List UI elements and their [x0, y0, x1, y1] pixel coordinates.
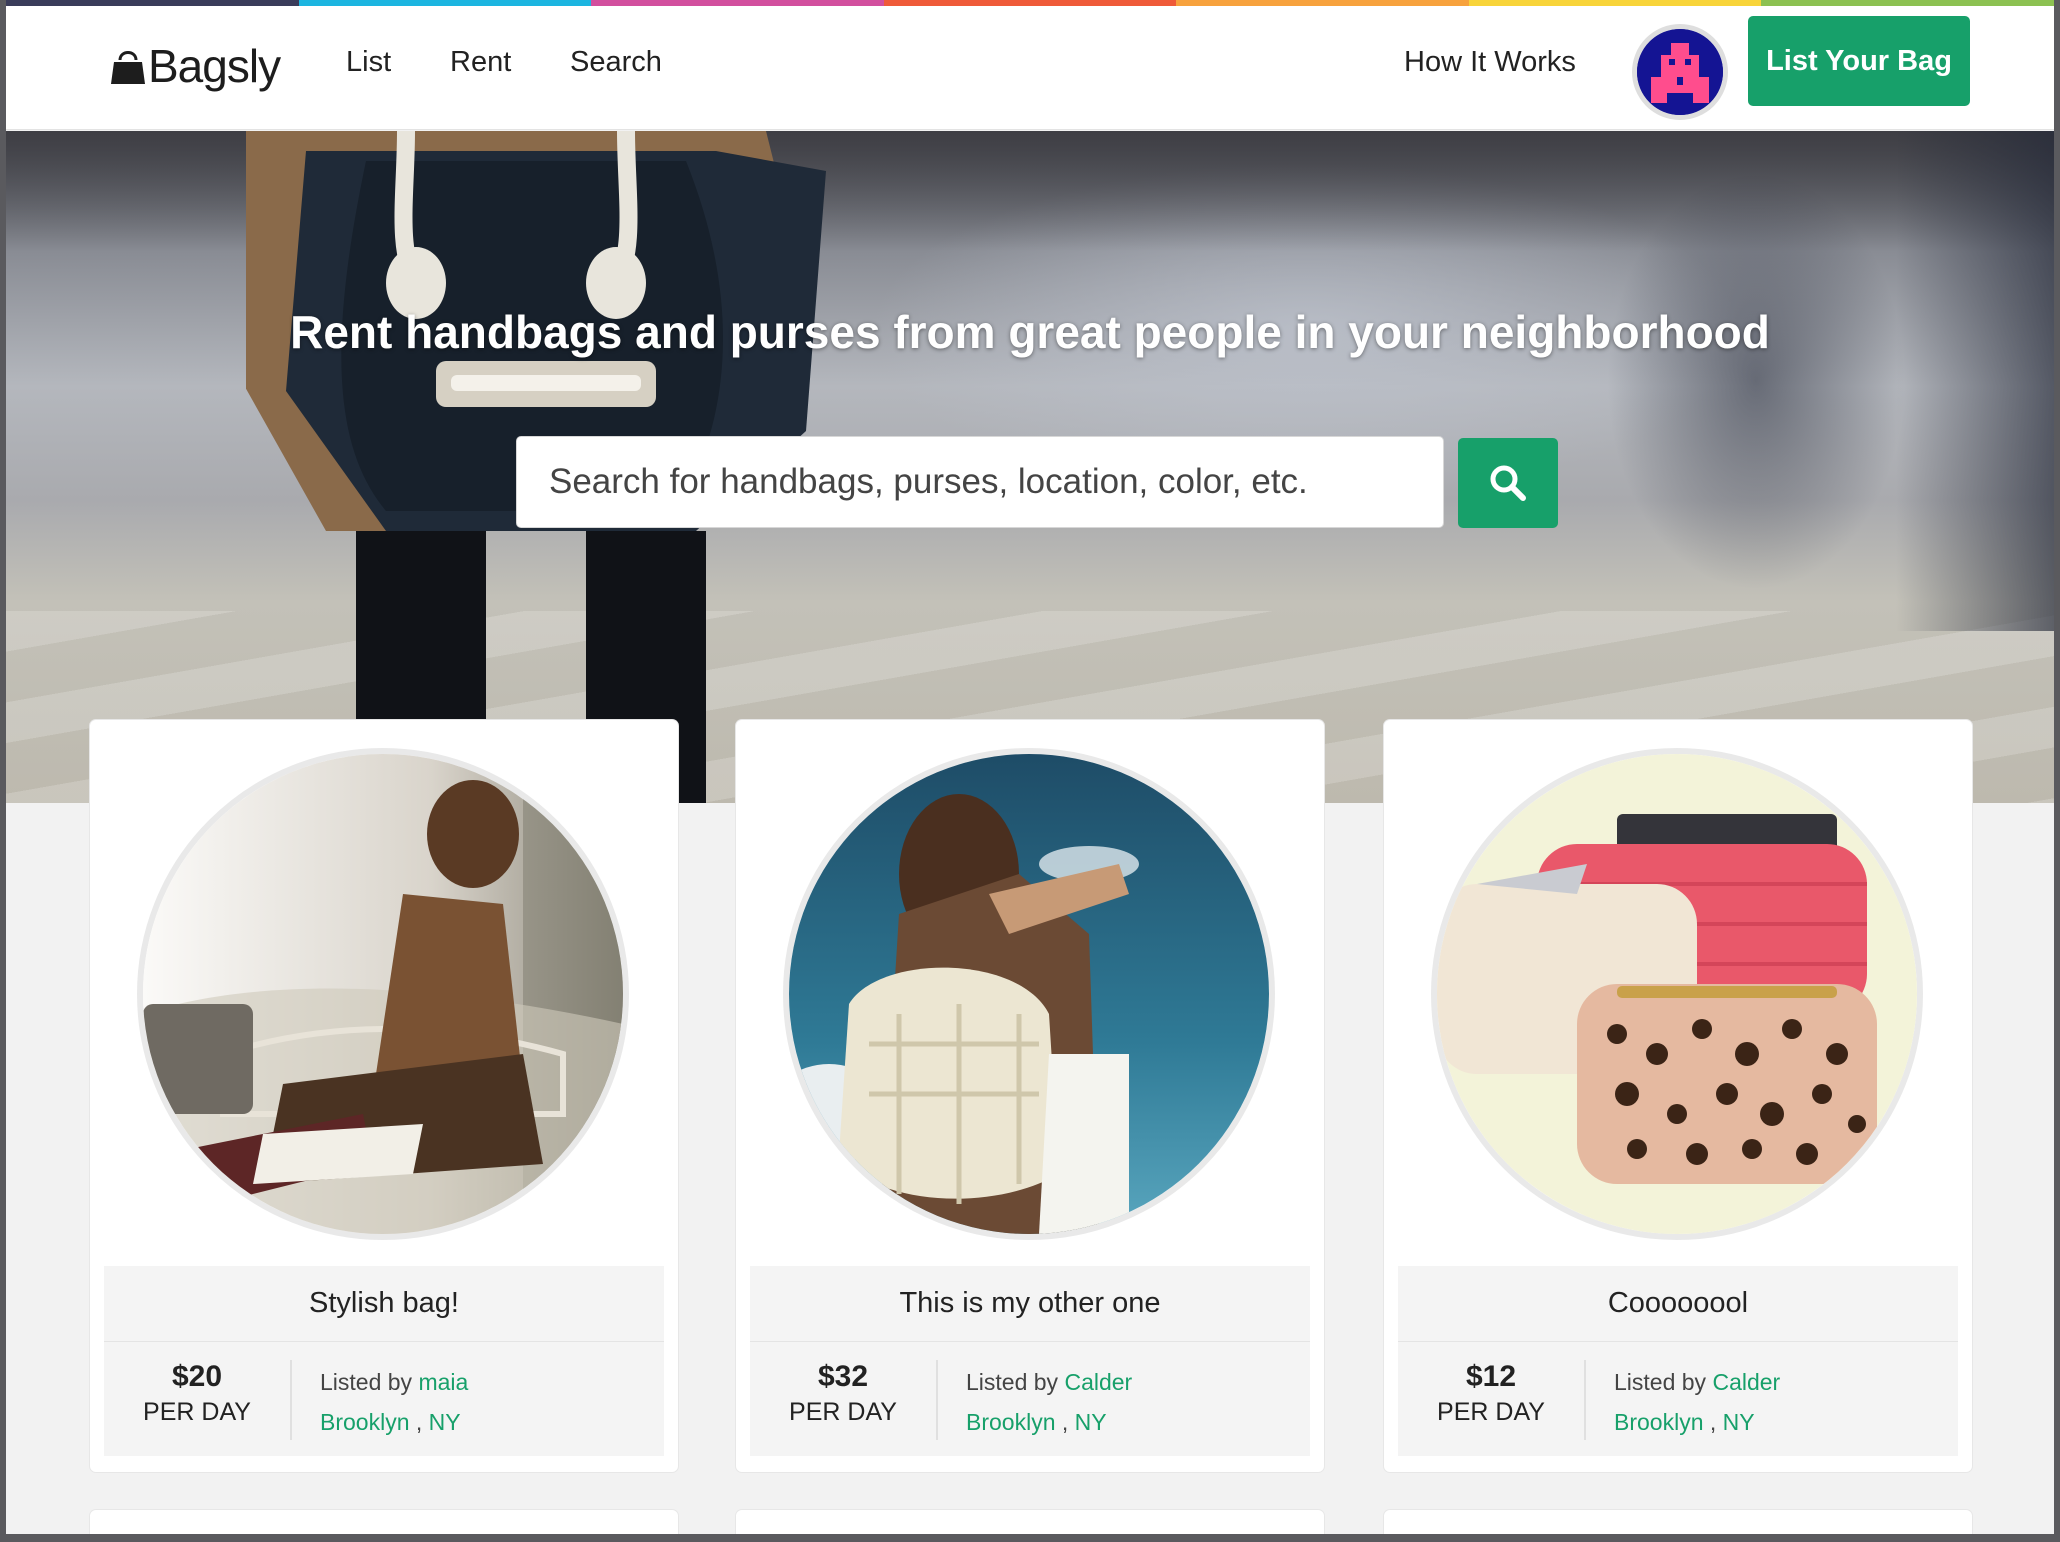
listing-card-partial[interactable]: [1384, 1510, 1972, 1534]
listing-card[interactable]: Coooooool $12 PER DAY Listed by Calder B…: [1384, 720, 1972, 1472]
owner-block: Listed by Calder Brooklyn , NY: [966, 1362, 1132, 1442]
owner-link[interactable]: Calder: [1064, 1369, 1132, 1395]
brand-name: Bagsly: [148, 40, 281, 92]
search-input[interactable]: [516, 436, 1444, 528]
listing-card-partial[interactable]: [736, 1510, 1324, 1534]
owner-link[interactable]: Calder: [1712, 1369, 1780, 1395]
pixel-avatar-icon: [1637, 29, 1723, 115]
location-separator: ,: [1703, 1409, 1723, 1435]
listing-title[interactable]: This is my other one: [750, 1266, 1310, 1342]
price-block: $12 PER DAY: [1398, 1342, 1584, 1456]
price-block: $20 PER DAY: [104, 1342, 290, 1456]
listing-price: $32: [817, 1360, 869, 1393]
divider: [290, 1360, 292, 1440]
listing-title[interactable]: Coooooool: [1398, 1266, 1958, 1342]
price-unit: PER DAY: [1437, 1398, 1545, 1426]
owner-block: Listed by Calder Brooklyn , NY: [1614, 1362, 1780, 1442]
list-your-bag-button[interactable]: List Your Bag: [1748, 16, 1970, 106]
listing-info: Coooooool $12 PER DAY Listed by Calder B…: [1398, 1266, 1958, 1456]
city-link[interactable]: Brooklyn: [966, 1409, 1055, 1435]
nav-rent[interactable]: Rent: [450, 46, 511, 79]
price-unit: PER DAY: [143, 1398, 251, 1426]
location-separator: ,: [409, 1409, 429, 1435]
state-link[interactable]: NY: [1723, 1409, 1755, 1435]
listed-by-label: Listed by: [966, 1369, 1059, 1395]
top-navigation: Bagsly List Rent Search How It Works Lis…: [6, 6, 2054, 130]
listed-by-label: Listed by: [320, 1369, 413, 1395]
divider: [1584, 1360, 1586, 1440]
listing-card-partial[interactable]: [90, 1510, 678, 1534]
hero-headline: Rent handbags and purses from great peop…: [290, 306, 1770, 358]
nav-search[interactable]: Search: [570, 46, 662, 79]
listing-price: $12: [1465, 1360, 1517, 1393]
user-avatar[interactable]: [1632, 24, 1728, 120]
nav-how-it-works[interactable]: How It Works: [1404, 46, 1576, 79]
owner-block: Listed by maia Brooklyn , NY: [320, 1362, 468, 1442]
browser-viewport: Bagsly List Rent Search How It Works Lis…: [6, 0, 2054, 1534]
listed-by-label: Listed by: [1614, 1369, 1707, 1395]
divider: [936, 1360, 938, 1440]
search-button[interactable]: [1458, 438, 1558, 528]
state-link[interactable]: NY: [429, 1409, 461, 1435]
owner-link[interactable]: maia: [418, 1369, 468, 1395]
listing-card[interactable]: This is my other one $32 PER DAY Listed …: [736, 720, 1324, 1472]
price-block: $32 PER DAY: [750, 1342, 936, 1456]
brand-logo[interactable]: Bagsly: [110, 36, 281, 96]
listing-price: $20: [171, 1360, 223, 1393]
listing-photo[interactable]: [137, 748, 629, 1240]
hero-banner: Rent handbags and purses from great peop…: [6, 131, 2054, 803]
listing-card[interactable]: Stylish bag! $20 PER DAY Listed by maia …: [90, 720, 678, 1472]
listing-info: Stylish bag! $20 PER DAY Listed by maia …: [104, 1266, 664, 1456]
city-link[interactable]: Brooklyn: [320, 1409, 409, 1435]
listing-photo[interactable]: [1431, 748, 1923, 1240]
listing-info: This is my other one $32 PER DAY Listed …: [750, 1266, 1310, 1456]
listing-title[interactable]: Stylish bag!: [104, 1266, 664, 1342]
city-link[interactable]: Brooklyn: [1614, 1409, 1703, 1435]
handbag-icon: [111, 51, 145, 84]
price-unit: PER DAY: [789, 1398, 897, 1426]
state-link[interactable]: NY: [1075, 1409, 1107, 1435]
listing-photo[interactable]: [783, 748, 1275, 1240]
location-separator: ,: [1055, 1409, 1075, 1435]
nav-list[interactable]: List: [346, 46, 391, 79]
search-icon: [1490, 465, 1526, 501]
